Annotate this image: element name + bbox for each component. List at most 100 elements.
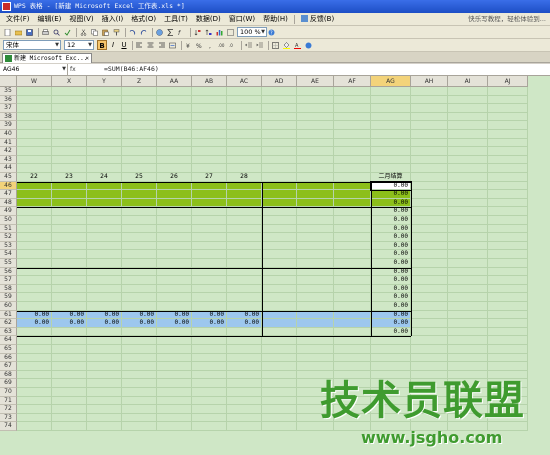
column-header-ah[interactable]: AH	[411, 76, 448, 87]
cell-z46[interactable]	[122, 181, 157, 191]
cell-ac46[interactable]	[227, 181, 262, 191]
formula-input[interactable]: =SUM(B46:AF46)	[104, 64, 544, 75]
cell-z56[interactable]	[122, 267, 157, 277]
cell-ae66[interactable]	[297, 353, 334, 363]
cell-x44[interactable]	[52, 164, 87, 173]
cell-ab49[interactable]	[192, 207, 227, 216]
cell-ac42[interactable]	[227, 147, 262, 156]
cell-w49[interactable]	[17, 207, 52, 216]
row-header-56[interactable]: 56	[0, 267, 17, 277]
cell-ag44[interactable]	[371, 164, 411, 173]
cell-ae37[interactable]	[297, 104, 334, 113]
cell-ab39[interactable]	[192, 121, 227, 130]
cell-ai63[interactable]	[448, 327, 488, 337]
cell-y55[interactable]	[87, 259, 122, 268]
cell-w55[interactable]	[17, 259, 52, 268]
cell-y35[interactable]	[87, 87, 122, 96]
row-header-72[interactable]: 72	[0, 405, 17, 414]
cell-x40[interactable]	[52, 130, 87, 139]
cell-af62[interactable]	[334, 319, 371, 328]
align-left-icon[interactable]	[135, 41, 144, 50]
row-header-47[interactable]: 47	[0, 190, 17, 199]
cell-ad51[interactable]	[262, 224, 297, 234]
cell-ab38[interactable]	[192, 112, 227, 122]
cell-ac64[interactable]	[227, 336, 262, 345]
cell-y40[interactable]	[87, 130, 122, 139]
borders-icon[interactable]	[271, 41, 280, 50]
cell-aj50[interactable]	[488, 216, 528, 225]
cell-ad71[interactable]	[262, 396, 297, 406]
cell-y65[interactable]	[87, 345, 122, 354]
cell-ad53[interactable]	[262, 241, 297, 251]
cell-y74[interactable]	[87, 422, 122, 431]
row-header-58[interactable]: 58	[0, 284, 17, 294]
sort-descending-icon[interactable]	[204, 28, 213, 37]
cell-ae44[interactable]	[297, 164, 334, 173]
cell-ad47[interactable]	[262, 190, 297, 199]
cell-ab53[interactable]	[192, 241, 227, 251]
cell-ae47[interactable]	[297, 190, 334, 199]
cell-x46[interactable]	[52, 181, 87, 191]
menu-format[interactable]: 格式(O)	[127, 13, 160, 26]
cell-x70[interactable]	[52, 388, 87, 397]
cell-aj49[interactable]	[488, 207, 528, 216]
cell-y67[interactable]	[87, 362, 122, 371]
cell-ai52[interactable]	[448, 233, 488, 242]
cell-ad35[interactable]	[262, 87, 297, 96]
cell-x69[interactable]	[52, 379, 87, 388]
cell-y66[interactable]	[87, 353, 122, 363]
cell-ag42[interactable]	[371, 147, 411, 156]
cell-aj57[interactable]	[488, 276, 528, 285]
cell-ag35[interactable]	[371, 87, 411, 96]
cell-ag65[interactable]	[371, 345, 411, 354]
cell-ah56[interactable]	[411, 267, 448, 277]
row-header-57[interactable]: 57	[0, 276, 17, 285]
cell-ah54[interactable]	[411, 250, 448, 259]
row-header-59[interactable]: 59	[0, 293, 17, 302]
cell-z65[interactable]	[122, 345, 157, 354]
cell-ag38[interactable]	[371, 112, 411, 122]
cell-ab62[interactable]: 0.00	[192, 319, 227, 328]
cell-ai47[interactable]	[448, 190, 488, 199]
cell-ai53[interactable]	[448, 241, 488, 251]
cell-y69[interactable]	[87, 379, 122, 388]
column-header-ad[interactable]: AD	[262, 76, 297, 87]
cell-ag59[interactable]: 0.00	[371, 293, 411, 302]
cell-w43[interactable]	[17, 155, 52, 165]
cell-aj61[interactable]	[488, 310, 528, 320]
fx-icon[interactable]: fx	[70, 66, 76, 73]
column-header-ai[interactable]: AI	[448, 76, 488, 87]
cell-w74[interactable]	[17, 422, 52, 431]
cell-ah42[interactable]	[411, 147, 448, 156]
cell-ai64[interactable]	[448, 336, 488, 345]
row-header-66[interactable]: 66	[0, 353, 17, 363]
cell-ai49[interactable]	[448, 207, 488, 216]
cell-ai36[interactable]	[448, 95, 488, 105]
cell-ad73[interactable]	[262, 413, 297, 423]
cell-ae45[interactable]	[297, 173, 334, 182]
fill-color-icon[interactable]	[282, 41, 291, 50]
cell-ai57[interactable]	[448, 276, 488, 285]
cell-ai67[interactable]	[448, 362, 488, 371]
cell-ab36[interactable]	[192, 95, 227, 105]
cell-ag57[interactable]: 0.00	[371, 276, 411, 285]
cell-aj65[interactable]	[488, 345, 528, 354]
row-header-54[interactable]: 54	[0, 250, 17, 259]
row-header-37[interactable]: 37	[0, 104, 17, 113]
cell-z50[interactable]	[122, 216, 157, 225]
cell-ac67[interactable]	[227, 362, 262, 371]
cell-x57[interactable]	[52, 276, 87, 285]
cell-ac56[interactable]	[227, 267, 262, 277]
cell-ag36[interactable]	[371, 95, 411, 105]
cell-aj39[interactable]	[488, 121, 528, 130]
column-header-x[interactable]: X	[52, 76, 87, 87]
cell-aa72[interactable]	[157, 405, 192, 414]
cell-ag51[interactable]: 0.00	[371, 224, 411, 234]
cell-y70[interactable]	[87, 388, 122, 397]
cell-ad61[interactable]	[262, 310, 297, 320]
column-header-ag[interactable]: AG	[371, 76, 411, 87]
cell-aa67[interactable]	[157, 362, 192, 371]
cell-ai61[interactable]	[448, 310, 488, 320]
column-header-y[interactable]: Y	[87, 76, 122, 87]
cell-ab60[interactable]	[192, 302, 227, 311]
